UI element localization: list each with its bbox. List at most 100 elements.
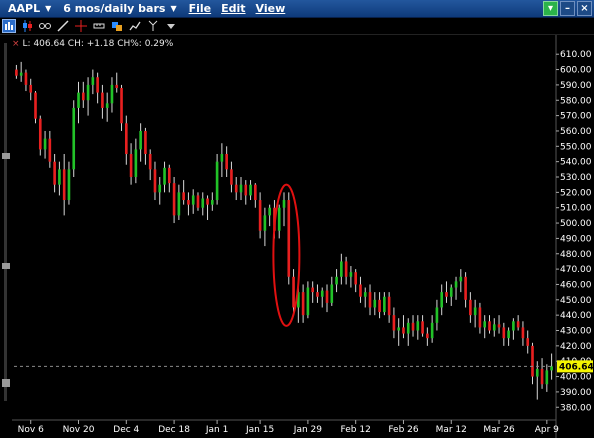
candle-body	[77, 92, 80, 108]
x-tick-label: Mar 26	[483, 425, 515, 435]
candle-body	[521, 327, 525, 339]
y-tick-label: 610.00	[560, 50, 592, 60]
candle-body	[258, 200, 262, 231]
y-tick-label: 580.00	[560, 96, 592, 106]
candle-body	[86, 84, 90, 101]
candle-body	[402, 327, 405, 334]
candle-body	[349, 272, 353, 277]
menu-file[interactable]: File	[189, 2, 212, 15]
link-color-button[interactable]: ▾	[543, 1, 558, 16]
candle-body	[378, 299, 381, 313]
x-tick-label: Jan 1	[205, 425, 228, 435]
candle-body	[488, 321, 491, 331]
candle-body	[287, 200, 291, 277]
candle-body	[535, 368, 539, 377]
fork-icon[interactable]	[146, 19, 160, 33]
candle-body	[34, 92, 37, 119]
y-tick-label: 430.00	[560, 327, 592, 337]
menu-view[interactable]: View	[256, 2, 286, 15]
candle-body	[15, 69, 18, 76]
candle-body	[139, 130, 142, 150]
x-tick-label: Feb 26	[388, 425, 419, 435]
title-bar: AAPL ▼ 6 mos/daily bars ▼ File Edit View…	[0, 0, 594, 18]
candle-body	[507, 330, 510, 339]
candle-body	[38, 118, 42, 150]
y-tick-label: 500.00	[560, 219, 592, 229]
candle-body	[129, 153, 133, 178]
symbol-selector[interactable]: AAPL ▼	[0, 2, 51, 15]
candle-body	[124, 123, 128, 154]
candle-body	[306, 287, 310, 316]
candle-body	[363, 292, 367, 297]
bar-chart-icon[interactable]	[2, 19, 16, 33]
candle-body	[531, 345, 534, 377]
candle-body	[201, 198, 205, 208]
candle-body	[340, 261, 343, 277]
y-tick-label: 550.00	[560, 142, 592, 152]
chart-panel[interactable]: × L: 406.64 CH: +1.18 CH%: 0.29% 610.00 60…	[0, 35, 594, 438]
y-tick-label: 420.00	[560, 342, 592, 352]
dropdown-icon[interactable]	[164, 19, 178, 33]
symbol-label: AAPL	[8, 2, 41, 15]
candle-body	[29, 84, 33, 93]
trend-icon[interactable]	[128, 19, 142, 33]
candle-body	[182, 192, 185, 201]
candle-body	[473, 307, 477, 316]
link-icon[interactable]	[38, 19, 52, 33]
candle-body	[244, 184, 248, 196]
candle-body	[344, 261, 348, 277]
line-icon[interactable]	[56, 19, 70, 33]
close-button[interactable]: ×	[577, 1, 592, 16]
candle-body	[392, 315, 396, 331]
candle-body	[440, 292, 444, 308]
highlight-ellipse	[272, 183, 301, 327]
candle-body	[397, 327, 401, 331]
ruler-icon[interactable]	[92, 19, 106, 33]
candle-body	[435, 307, 439, 323]
candlestick-icon[interactable]	[20, 19, 34, 33]
candle-body	[134, 149, 138, 178]
candle-body	[502, 327, 506, 339]
candle-body	[48, 138, 52, 162]
candle-body	[148, 153, 152, 170]
candle-body	[540, 368, 544, 385]
candle-body	[105, 103, 109, 108]
candle-body	[53, 161, 56, 185]
candle-body	[215, 161, 219, 201]
candle-body	[478, 307, 482, 328]
y-tick-label: 470.00	[560, 265, 592, 275]
candle-body	[81, 92, 85, 101]
menu-edit[interactable]: Edit	[221, 2, 245, 15]
candle-body	[282, 200, 286, 208]
last-price-label: 406.64	[559, 362, 594, 372]
candle-body	[426, 333, 429, 339]
candle-body	[359, 284, 362, 297]
candle-body	[239, 184, 243, 193]
x-tick-label: Mar 12	[436, 425, 467, 435]
y-tick-label: 540.00	[560, 158, 592, 168]
candle-body	[211, 200, 214, 205]
candle-body	[430, 322, 434, 339]
candle-body	[454, 281, 458, 288]
y-tick-label: 390.00	[560, 388, 592, 398]
period-selector[interactable]: 6 mos/daily bars ▼	[63, 2, 176, 15]
candle-body	[512, 321, 515, 331]
crosshair-icon[interactable]	[74, 19, 88, 33]
window-controls: ▾ – ×	[543, 1, 592, 16]
shape-icon[interactable]	[110, 19, 124, 33]
y-tick-label: 590.00	[560, 81, 592, 91]
candle-body	[110, 84, 114, 104]
chevron-down-icon: ▼	[170, 4, 177, 13]
candle-body	[144, 130, 147, 154]
candlestick-chart[interactable]: 610.00 600.00 590.00 580.00 570.00 560.00 550.…	[0, 35, 594, 438]
minimize-button[interactable]: –	[560, 1, 575, 16]
candle-body	[464, 276, 467, 300]
candle-body	[120, 87, 123, 124]
candle-body	[526, 338, 530, 346]
x-tick-label: Nov 20	[63, 425, 95, 435]
x-tick-label: Feb 12	[341, 425, 371, 435]
candle-body	[72, 107, 76, 170]
y-tick-label: 600.00	[560, 66, 592, 76]
candle-body	[101, 92, 104, 108]
candle-body	[172, 183, 176, 216]
